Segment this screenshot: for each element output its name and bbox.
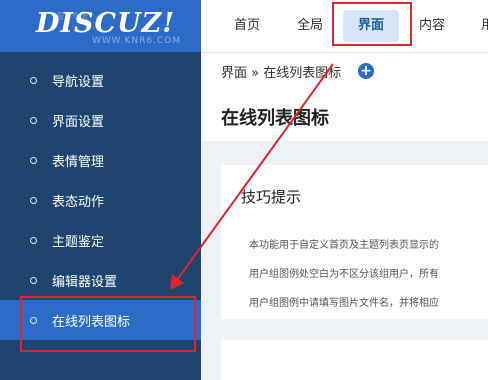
bullet-icon	[30, 156, 37, 164]
content-card	[221, 340, 488, 380]
tab-home[interactable]: 首页	[234, 0, 260, 52]
tab-global[interactable]: 全局	[297, 0, 323, 52]
annotation-box-tab	[332, 2, 412, 46]
sidebar-item-editor-settings[interactable]: 编辑器设置	[0, 260, 201, 300]
tips-title: 技巧提示	[241, 188, 302, 206]
annotation-box-menu	[20, 296, 196, 352]
page-title: 在线列表图标	[221, 108, 329, 129]
plus-circle-icon[interactable]: +	[358, 63, 374, 79]
bullet-icon	[30, 76, 37, 84]
sidebar-item-label: 表情管理	[52, 154, 105, 170]
sidebar-item-ui-settings[interactable]: 界面设置	[0, 100, 201, 140]
sidebar-item-label: 编辑器设置	[52, 274, 118, 290]
breadcrumb-text[interactable]: 界面 » 在线列表图标	[221, 62, 341, 81]
tip-text: 本功能用于自定义首页及主题列表页显示的	[249, 240, 439, 251]
bullet-icon	[30, 276, 37, 284]
tip-item: 本功能用于自定义首页及主题列表页显示的	[249, 236, 488, 251]
tip-text: 用户组图例处空白为不区分该组用户，所有	[249, 269, 439, 280]
sidebar-item-nav-settings[interactable]: 导航设置	[0, 60, 201, 100]
sidebar-item-smilies[interactable]: 表情管理	[0, 140, 201, 180]
sidebar-item-label: 界面设置	[52, 114, 105, 130]
bullet-icon	[30, 236, 37, 244]
tip-item: 用户组图例处空白为不区分该组用户，所有	[249, 265, 488, 280]
tab-content[interactable]: 内容	[419, 0, 445, 52]
tab-users[interactable]: 用	[481, 0, 488, 52]
tips-card: 技巧提示 本功能用于自定义首页及主题列表页显示的 用户组图例处空白为不区分该组用…	[221, 165, 488, 319]
sidebar-item-label: 主题鉴定	[52, 234, 105, 250]
bullet-icon	[30, 116, 37, 124]
sidebar-item-label: 表态动作	[52, 194, 105, 210]
bullet-icon	[30, 196, 37, 204]
sidebar-item-label: 导航设置	[52, 74, 105, 90]
breadcrumb: 界面 » 在线列表图标 +	[201, 52, 488, 89]
logo-watermark-top: 看了个流	[56, 12, 88, 21]
page-header: 在线列表图标	[201, 89, 488, 141]
sidebar-item-reactions[interactable]: 表态动作	[0, 180, 201, 220]
logo[interactable]: DISCUZ! 看了个流 WWW.KNR6.COM	[0, 0, 201, 52]
tip-item: 用户组图例中请填写图片文件名，并将相应	[249, 294, 488, 309]
tip-text: 用户组图例中请填写图片文件名，并将相应	[249, 298, 439, 309]
sidebar-item-thread-stamps[interactable]: 主题鉴定	[0, 220, 201, 260]
logo-watermark-bottom: WWW.KNR6.COM	[92, 36, 182, 46]
